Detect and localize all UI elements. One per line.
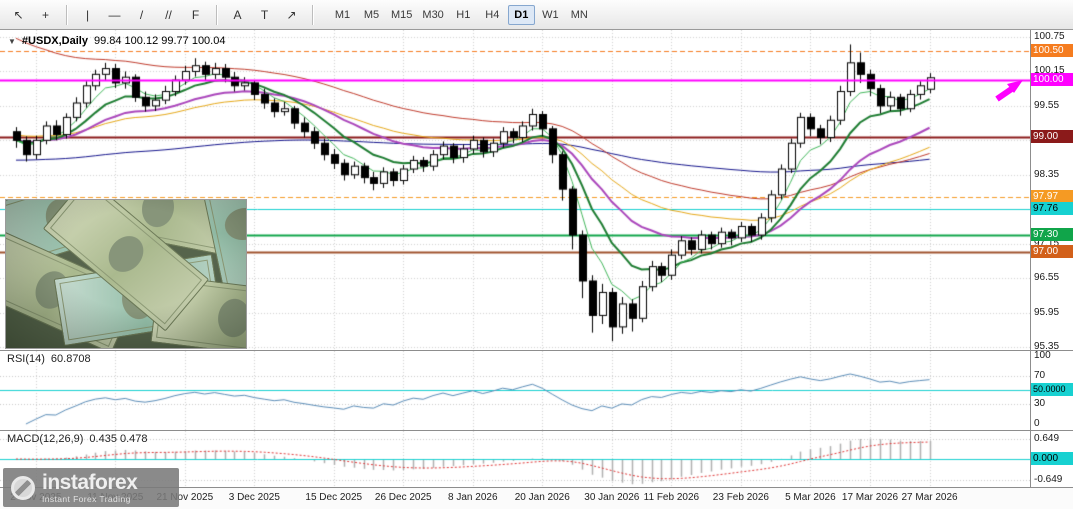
price-tick-label: 95.95 [1034,307,1059,318]
chart-symbol-label: #USDX,Daily [22,35,88,47]
horizontal-line-tool[interactable]: — [102,4,127,26]
date-axis-label: 11 Feb 2026 [644,492,699,503]
toolbar-separator [66,5,67,25]
crosshair-tool[interactable]: + [33,4,58,26]
date-axis-label: 27 Mar 2026 [901,492,957,503]
main-chart-panel: ▼ #USDX,Daily 99.84 100.12 99.77 100.04 … [0,30,1073,350]
rsi-name: RSI(14) [7,353,45,365]
price-level-badge: 100.50 [1031,44,1073,57]
price-level-badge: 97.97 [1031,190,1073,203]
chart-ohlc-values: 99.84 100.12 99.77 100.04 [94,35,226,47]
price-tick-label: 0 [1034,418,1040,429]
instaforex-watermark: instaforex Instant Forex Trading [3,468,179,507]
drawing-tools-group: ↖+|—///FAT↗ [6,4,319,26]
label-tool[interactable]: T [252,4,277,26]
timeframe-button-M1[interactable]: M1 [329,5,356,25]
price-tick-label: 100 [1034,350,1051,361]
date-axis-label: 30 Jan 2026 [584,492,639,503]
rsi-value: 60.8708 [51,353,91,365]
price-level-badge: 97.00 [1031,245,1073,258]
price-level-badge: 97.76 [1031,202,1073,215]
rsi-label: RSI(14) 60.8708 [7,353,91,365]
price-level-badge: 50.0000 [1031,383,1073,396]
macd-value: 0.435 0.478 [89,433,147,445]
toolbar-separator [216,5,217,25]
dollar-bills-photo [6,200,246,348]
price-tick-label: 70 [1034,370,1045,381]
date-axis-label: 3 Dec 2025 [229,492,280,503]
price-tick-label: 30 [1034,398,1045,409]
date-axis-label: 26 Dec 2025 [375,492,432,503]
price-tick-label: 100.75 [1034,31,1065,42]
timeframe-button-H4[interactable]: H4 [479,5,506,25]
price-tick-label: 0.649 [1034,433,1059,444]
macd-name: MACD(12,26,9) [7,433,83,445]
date-axis-label: 17 Mar 2026 [842,492,898,503]
date-axis-label: 8 Jan 2026 [448,492,498,503]
timeframe-button-H1[interactable]: H1 [450,5,477,25]
macd-label: MACD(12,26,9) 0.435 0.478 [7,433,148,445]
rsi-indicator-panel: RSI(14) 60.8708 100 70 30 0 50.0000 [0,350,1073,430]
price-scale[interactable]: 100.75100.1599.5598.3597.1596.5595.9595.… [1030,30,1073,350]
price-level-badge: 99.00 [1031,130,1073,143]
price-tick-label: 96.55 [1034,272,1059,283]
toolbar-separator [312,5,313,25]
price-tick-label: 99.55 [1034,100,1059,111]
timeframe-buttons-group: M1M5M15M30H1H4D1W1MN [329,5,593,25]
watermark-tagline: Instant Forex Trading [42,495,137,504]
date-axis-label: 15 Dec 2025 [305,492,362,503]
macd-scale[interactable]: 0.649 -0.649 0.000 [1030,431,1073,487]
price-level-badge: 0.000 [1031,452,1073,465]
channel-tool[interactable]: // [156,4,181,26]
price-level-badge: 97.30 [1031,228,1073,241]
fibonacci-tool[interactable]: F [183,4,208,26]
toolbar: ↖+|—///FAT↗ M1M5M15M30H1H4D1W1MN [0,0,1073,30]
timeframe-button-D1[interactable]: D1 [508,5,535,25]
chart-title: ▼ #USDX,Daily 99.84 100.12 99.77 100.04 [8,35,225,47]
timeframe-button-M30[interactable]: M30 [418,5,447,25]
date-axis-label: 5 Mar 2026 [785,492,836,503]
photo-vignette [6,200,246,348]
date-axis-label: 20 Jan 2026 [515,492,570,503]
magenta-up-arrow-annotation[interactable] [992,76,1026,104]
chart-menu-arrow-icon[interactable]: ▼ [8,37,16,46]
trading-platform-window: ↖+|—///FAT↗ M1M5M15M30H1H4D1W1MN ▼ #USDX… [0,0,1073,509]
timeframe-button-M5[interactable]: M5 [358,5,385,25]
instaforex-logo-icon [11,476,35,500]
price-tick-label: 98.35 [1034,169,1059,180]
shapes-tool[interactable]: ↗ [279,4,304,26]
timeframe-button-M15[interactable]: M15 [387,5,416,25]
trendline-tool[interactable]: / [129,4,154,26]
text-tool[interactable]: A [225,4,250,26]
date-axis-label: 23 Feb 2026 [713,492,769,503]
timeframe-button-MN[interactable]: MN [566,5,593,25]
timeframe-button-W1[interactable]: W1 [537,5,564,25]
vertical-line-tool[interactable]: | [75,4,100,26]
watermark-brand: instaforex [42,472,137,493]
rsi-scale[interactable]: 100 70 30 0 50.0000 [1030,351,1073,430]
cursor-tool[interactable]: ↖ [6,4,31,26]
rsi-canvas[interactable] [0,351,1030,430]
price-level-badge: 100.00 [1031,73,1073,86]
price-tick-label: -0.649 [1034,474,1062,485]
